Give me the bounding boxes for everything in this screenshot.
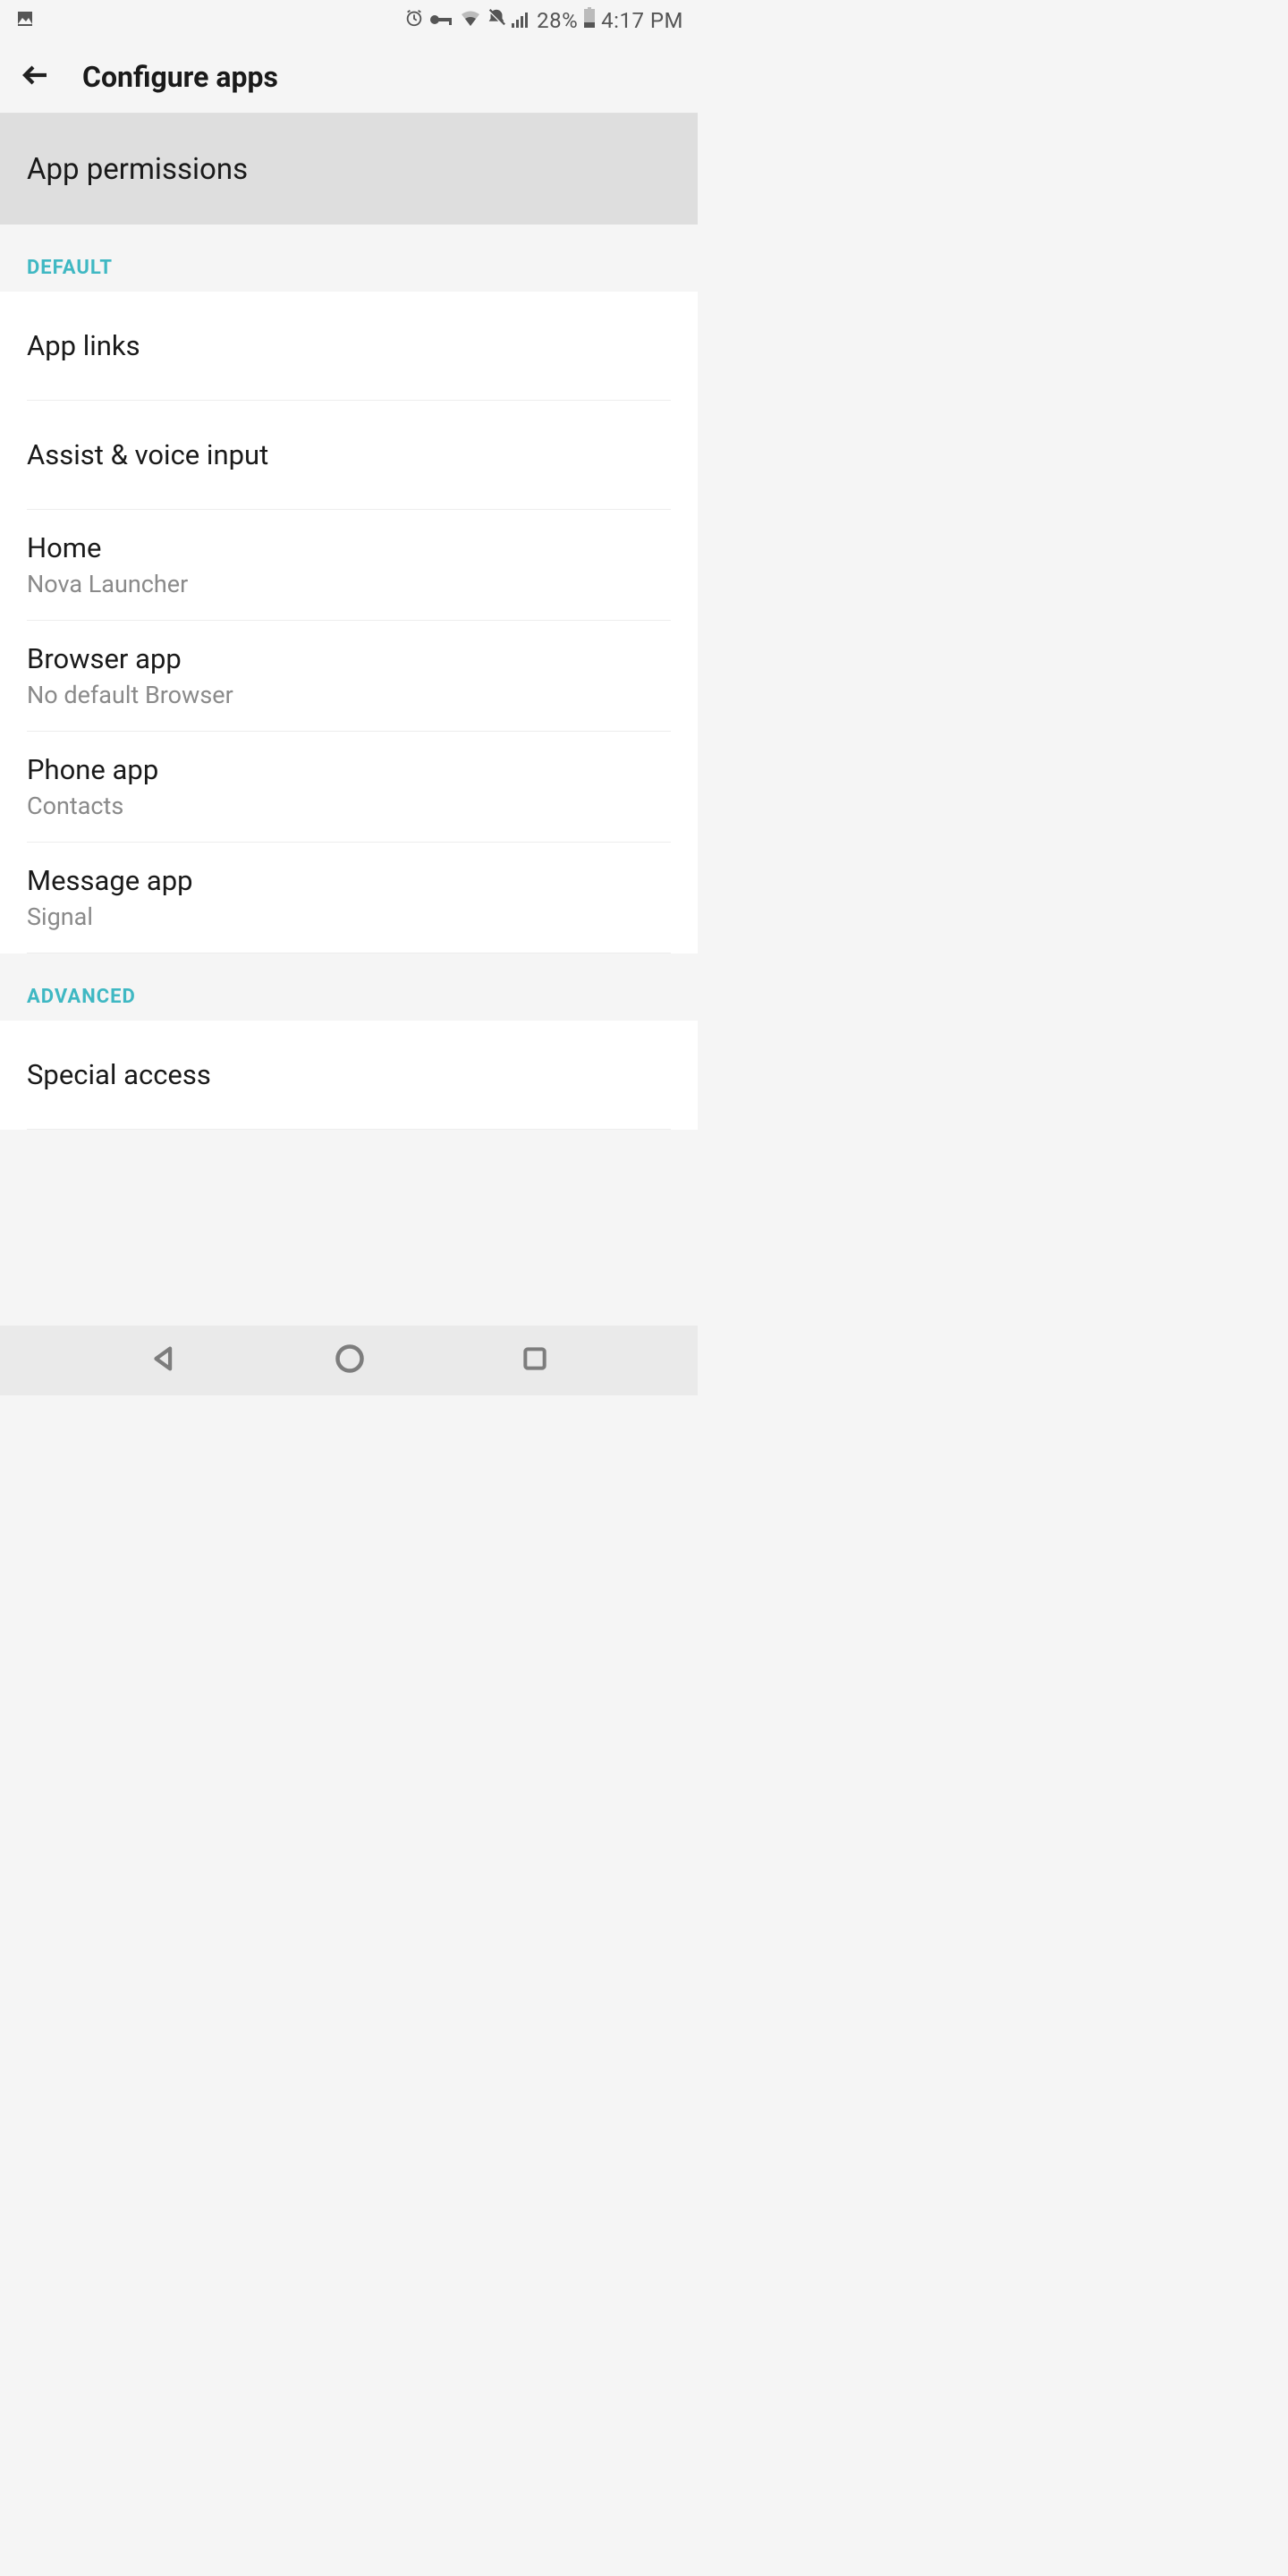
wifi-icon	[460, 8, 481, 33]
status-bar: 28% 4:17 PM	[0, 0, 698, 40]
list-item-assist-voice[interactable]: Assist & voice input	[0, 401, 698, 510]
section-header-advanced: ADVANCED	[0, 953, 698, 1021]
page-title: Configure apps	[82, 60, 278, 94]
item-title: Special access	[27, 1058, 671, 1091]
signal-icon	[512, 8, 531, 33]
list-item-home[interactable]: Home Nova Launcher	[0, 510, 698, 621]
default-list: App links Assist & voice input Home Nova…	[0, 292, 698, 953]
nav-home-icon[interactable]	[334, 1343, 366, 1378]
item-subtitle: Signal	[27, 902, 671, 931]
item-subtitle: Nova Launcher	[27, 570, 671, 598]
battery-percentage: 28%	[537, 8, 578, 33]
item-title: Browser app	[27, 642, 671, 675]
clock-time: 4:17 PM	[601, 8, 683, 33]
vpn-key-icon	[429, 8, 454, 33]
item-title: Assist & voice input	[27, 438, 671, 471]
app-permissions-label: App permissions	[27, 152, 248, 187]
dnd-icon	[487, 8, 506, 33]
empty-space	[0, 1130, 698, 1326]
item-subtitle: Contacts	[27, 792, 671, 820]
list-item-message[interactable]: Message app Signal	[0, 843, 698, 953]
section-header-advanced-label: ADVANCED	[27, 986, 136, 1008]
item-title: Home	[27, 531, 671, 564]
list-item-special-access[interactable]: Special access	[0, 1021, 698, 1130]
alarm-icon	[404, 8, 424, 33]
item-title: Phone app	[27, 753, 671, 786]
list-item-app-links[interactable]: App links	[0, 292, 698, 401]
nav-back-icon[interactable]	[148, 1343, 179, 1377]
app-permissions-item[interactable]: App permissions	[0, 114, 698, 225]
navigation-bar	[0, 1326, 698, 1395]
section-header-default-label: DEFAULT	[27, 257, 113, 279]
status-left	[14, 8, 36, 33]
list-item-browser[interactable]: Browser app No default Browser	[0, 621, 698, 732]
section-header-default: DEFAULT	[0, 225, 698, 292]
app-bar: Configure apps	[0, 40, 698, 114]
item-subtitle: No default Browser	[27, 681, 671, 709]
item-title: Message app	[27, 864, 671, 897]
gallery-icon	[14, 8, 36, 33]
status-right: 28% 4:17 PM	[404, 7, 683, 34]
advanced-list: Special access	[0, 1021, 698, 1130]
nav-recent-icon[interactable]	[521, 1344, 549, 1377]
list-item-phone[interactable]: Phone app Contacts	[0, 732, 698, 843]
item-title: App links	[27, 329, 671, 362]
back-arrow-icon[interactable]	[20, 59, 52, 95]
battery-icon	[583, 7, 596, 34]
